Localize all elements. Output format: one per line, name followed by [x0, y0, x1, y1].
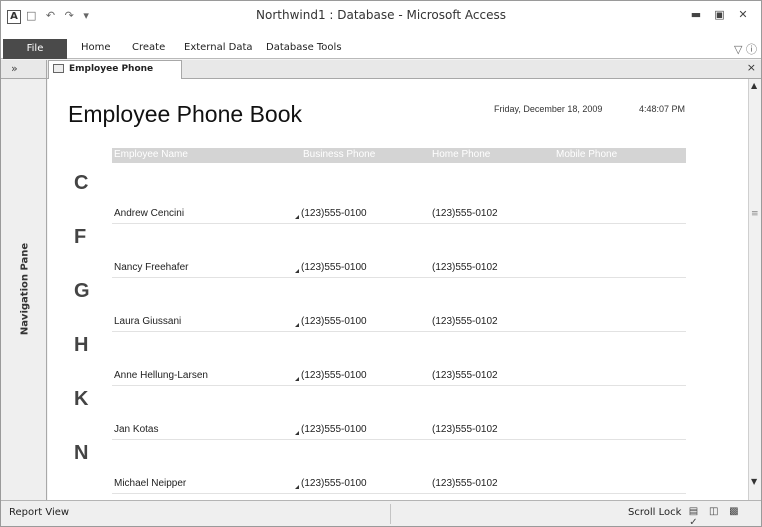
business-phone: (123)555-0100: [301, 208, 367, 219]
vertical-scrollbar[interactable]: ▲ ≡ ▼: [748, 79, 761, 500]
table-row: Laura Giussani (123)555-0100 (123)555-01…: [112, 314, 686, 332]
tab-home[interactable]: Home: [81, 42, 111, 53]
column-header-mobile-phone: Mobile Phone: [556, 149, 618, 160]
window-title: Northwind1 : Database - Microsoft Access: [256, 8, 506, 22]
error-indicator-icon: [295, 377, 299, 381]
column-header-row: Employee Name Business Phone Home Phone …: [112, 148, 686, 163]
table-row: Andrew Cencini (123)555-0100 (123)555-01…: [112, 206, 686, 224]
maximize-icon[interactable]: ▣: [710, 8, 730, 21]
report-title: Employee Phone Book: [68, 101, 302, 127]
home-phone: (123)555-0102: [432, 370, 498, 381]
status-view-label: Report View: [9, 507, 70, 518]
group-letter: F: [74, 226, 87, 248]
print-preview-icon[interactable]: ◫: [705, 506, 722, 517]
view-switcher: ▤ ◫ ▩ ✓: [685, 506, 761, 527]
employee-name: Anne Hellung-Larsen: [114, 370, 208, 381]
group-letter: H: [74, 334, 89, 356]
group-c: C Andrew Cencini (123)555-0100 (123)555-…: [48, 172, 748, 226]
group-f: F Nancy Freehafer (123)555-0100 (123)555…: [48, 226, 748, 280]
table-row: Anne Hellung-Larsen (123)555-0100 (123)5…: [112, 368, 686, 386]
table-row: Jan Kotas (123)555-0100 (123)555-0102: [112, 422, 686, 440]
error-indicator-icon: [295, 323, 299, 327]
group-letter: N: [74, 442, 89, 464]
group-n: N Michael Neipper (123)555-0100 (123)555…: [48, 442, 748, 496]
table-row: Nancy Freehafer (123)555-0100 (123)555-0…: [112, 260, 686, 278]
layout-view-icon[interactable]: ▩: [725, 506, 742, 517]
home-phone: (123)555-0102: [432, 478, 498, 489]
navigation-pane-toggle[interactable]: »: [1, 60, 47, 79]
column-header-employee-name: Employee Name: [114, 149, 188, 160]
error-indicator-icon: [295, 485, 299, 489]
close-document-icon[interactable]: ×: [747, 61, 756, 74]
group-letter: C: [74, 172, 89, 194]
navigation-pane[interactable]: Navigation Pane: [1, 79, 47, 500]
report-icon: [53, 64, 64, 73]
document-tab-bar: » Employee Phone Book ×: [1, 60, 761, 91]
access-window: A □ ↶ ↷ ▾ Northwind1 : Database - Micros…: [0, 0, 762, 527]
tab-file[interactable]: File: [3, 39, 67, 59]
business-phone: (123)555-0100: [301, 262, 367, 273]
table-row: Michael Neipper (123)555-0100 (123)555-0…: [112, 476, 686, 494]
column-header-home-phone: Home Phone: [432, 149, 491, 160]
tab-employee-phone-book[interactable]: Employee Phone Book: [48, 60, 182, 91]
minimize-ribbon-icon[interactable]: ▽: [734, 43, 742, 56]
error-indicator-icon: [295, 215, 299, 219]
employee-name: Nancy Freehafer: [114, 262, 189, 273]
error-indicator-icon: [295, 269, 299, 273]
group-letter: G: [74, 280, 90, 302]
group-k: K Jan Kotas (123)555-0100 (123)555-0102: [48, 388, 748, 442]
error-indicator-icon: [295, 431, 299, 435]
tab-create[interactable]: Create: [132, 42, 165, 53]
scroll-grip-icon[interactable]: ≡: [751, 209, 759, 219]
help-icon[interactable]: ⓘ: [746, 43, 757, 56]
scroll-lock-indicator: Scroll Lock: [628, 507, 682, 518]
report-date: Friday, December 18, 2009: [494, 104, 603, 114]
navigation-pane-label: Navigation Pane: [19, 242, 31, 336]
home-phone: (123)555-0102: [432, 424, 498, 435]
column-header-business-phone: Business Phone: [303, 149, 376, 160]
home-phone: (123)555-0102: [432, 208, 498, 219]
ribbon-tab-bar: File Home Create External Data Database …: [1, 39, 761, 59]
business-phone: (123)555-0100: [301, 478, 367, 489]
status-bar: Report View Scroll Lock ▤ ◫ ▩ ✓: [1, 500, 761, 527]
tab-database-tools[interactable]: Database Tools: [266, 42, 342, 53]
report-view-icon[interactable]: ▤: [685, 506, 702, 517]
window-controls: ▬ ▣ ✕: [686, 8, 753, 21]
employee-name: Jan Kotas: [114, 424, 159, 435]
ribbon-controls: ▽ ⓘ: [734, 41, 757, 57]
employee-name: Laura Giussani: [114, 316, 182, 327]
tab-external-data[interactable]: External Data: [184, 42, 253, 53]
home-phone: (123)555-0102: [432, 316, 498, 327]
group-g: G Laura Giussani (123)555-0100 (123)555-…: [48, 280, 748, 334]
employee-name: Michael Neipper: [114, 478, 187, 489]
group-h: H Anne Hellung-Larsen (123)555-0100 (123…: [48, 334, 748, 388]
close-icon[interactable]: ✕: [733, 8, 753, 21]
scroll-down-icon[interactable]: ▼: [751, 477, 757, 486]
business-phone: (123)555-0100: [301, 316, 367, 327]
home-phone: (123)555-0102: [432, 262, 498, 273]
group-letter: K: [74, 388, 89, 410]
report-time: 4:48:07 PM: [639, 104, 686, 114]
minimize-icon[interactable]: ▬: [686, 8, 706, 21]
design-view-icon[interactable]: ✓: [685, 517, 702, 527]
report-view-area: Employee Phone Book Friday, December 18,…: [48, 79, 748, 500]
business-phone: (123)555-0100: [301, 370, 367, 381]
business-phone: (123)555-0100: [301, 424, 367, 435]
scroll-up-icon[interactable]: ▲: [751, 81, 757, 90]
status-divider: [390, 504, 391, 524]
title-bar: A □ ↶ ↷ ▾ Northwind1 : Database - Micros…: [1, 1, 761, 39]
employee-name: Andrew Cencini: [114, 208, 185, 219]
